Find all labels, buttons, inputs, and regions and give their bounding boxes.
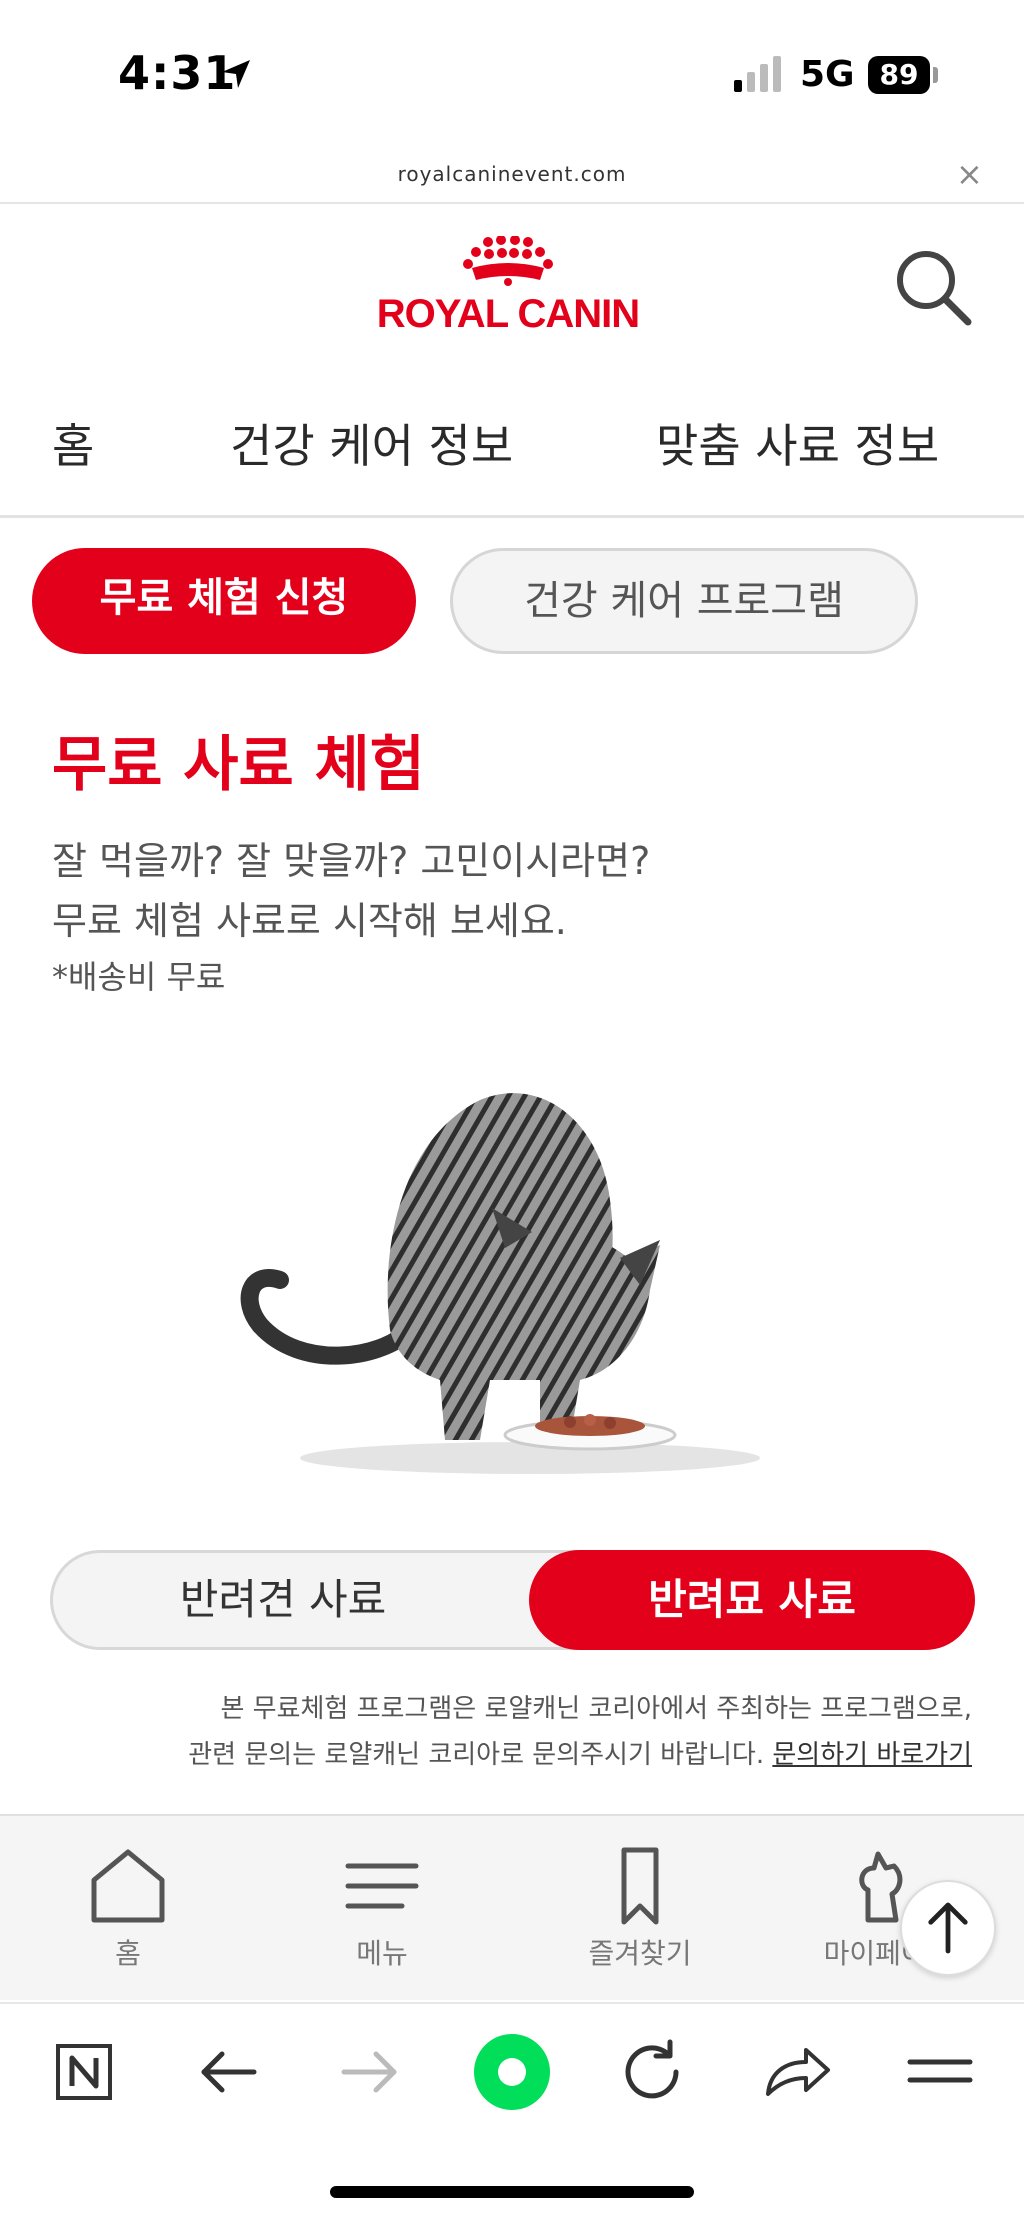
tab-free-trial[interactable]: 무료 체험 신청 bbox=[32, 548, 416, 654]
search-icon[interactable] bbox=[892, 246, 974, 328]
page-title: 무료 사료 체험 bbox=[52, 730, 425, 800]
reload-icon[interactable] bbox=[614, 2032, 694, 2112]
footer-bookmarks[interactable]: 즐겨찾기 bbox=[560, 1846, 720, 1972]
footer-menu[interactable]: 메뉴 bbox=[302, 1846, 462, 1972]
forward-arrow-icon[interactable] bbox=[330, 2032, 410, 2112]
footer-home[interactable]: 홈 bbox=[48, 1846, 208, 1972]
nav-item-custom-food[interactable]: 맞춤 사료 정보 bbox=[656, 410, 939, 476]
disclaimer-text: 관련 문의는 로얄캐닌 코리아로 문의주시기 바랍니다. bbox=[188, 1740, 765, 1770]
contact-link[interactable]: 문의하기 바로가기 bbox=[772, 1740, 972, 1770]
url-text[interactable]: royalcaninevent.com bbox=[0, 162, 1024, 186]
back-arrow-icon[interactable] bbox=[188, 2032, 268, 2112]
disclaimer-line-2: 관련 문의는 로얄캐닌 코리아로 문의주시기 바랍니다. 문의하기 바로가기 bbox=[188, 1734, 972, 1771]
menu-lines-icon[interactable] bbox=[900, 2032, 980, 2112]
cat-eating-image bbox=[240, 1093, 760, 1474]
naver-icon[interactable] bbox=[44, 2032, 124, 2112]
footer-bookmarks-label: 즐겨찾기 bbox=[588, 1937, 692, 1970]
home-icon bbox=[91, 1849, 165, 1923]
battery-tip bbox=[933, 67, 938, 83]
shipping-note: *배송비 무료 bbox=[52, 958, 226, 996]
logo[interactable]: ROYAL CANIN bbox=[370, 236, 646, 346]
pet-type-toggle: 반려견 사료 반려묘 사료 bbox=[50, 1550, 975, 1650]
description-line-2: 무료 체험 사료로 시작해 보세요. bbox=[52, 899, 567, 943]
description-line-1: 잘 먹을까? 잘 맞을까? 고민이시라면? bbox=[52, 839, 651, 883]
toggle-cat-food[interactable]: 반려묘 사료 bbox=[529, 1550, 975, 1650]
footer-menu-label: 메뉴 bbox=[356, 1937, 408, 1970]
nav-item-home[interactable]: 홈 bbox=[52, 410, 94, 476]
bookmark-icon bbox=[621, 1847, 659, 1925]
scroll-to-top-button[interactable] bbox=[900, 1880, 996, 1976]
site-header: ROYAL CANIN bbox=[0, 206, 1024, 386]
nav-item-health-care[interactable]: 건강 케어 정보 bbox=[230, 410, 513, 476]
crown-icon bbox=[463, 236, 553, 286]
signal-icon bbox=[734, 56, 781, 92]
tab-health-care-program[interactable]: 건강 케어 프로그램 bbox=[450, 548, 918, 654]
battery-indicator: 89 bbox=[868, 56, 930, 94]
close-icon[interactable]: × bbox=[956, 158, 983, 190]
network-label: 5G bbox=[800, 54, 855, 95]
location-arrow-icon bbox=[222, 60, 250, 88]
toggle-dog-food[interactable]: 반려견 사료 bbox=[53, 1553, 513, 1647]
footer-home-label: 홈 bbox=[115, 1937, 141, 1970]
home-indicator bbox=[330, 2186, 694, 2198]
menu-icon bbox=[345, 1863, 419, 1909]
url-bar[interactable]: royalcaninevent.com × bbox=[0, 150, 1024, 204]
logo-text: ROYAL CANIN bbox=[376, 292, 640, 336]
green-dot-icon[interactable] bbox=[472, 2032, 552, 2112]
status-bar: 4:31 5G 89 bbox=[0, 0, 1024, 150]
site-footer-nav: 홈 메뉴 즐겨찾기 마이페이지 bbox=[0, 1814, 1024, 2000]
share-icon[interactable] bbox=[756, 2032, 836, 2112]
disclaimer-line-1: 본 무료체험 프로그램은 로얄캐닌 코리아에서 주최하는 프로그램으로, bbox=[220, 1694, 972, 1724]
main-nav: 홈 건강 케어 정보 맞춤 사료 정보 bbox=[0, 386, 1024, 518]
